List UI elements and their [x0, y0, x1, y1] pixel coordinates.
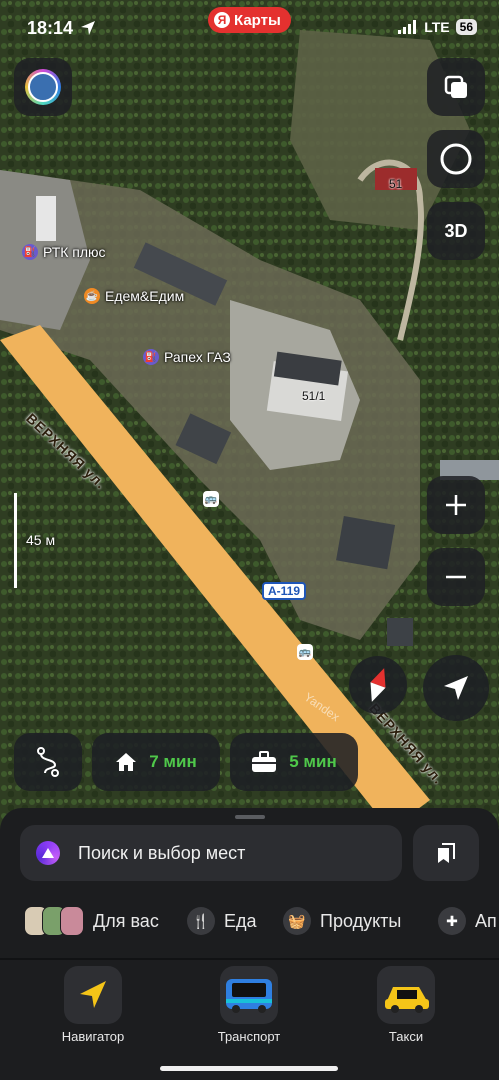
category-groceries[interactable]: 🧺 Продукты	[283, 901, 401, 941]
scale-bar	[14, 493, 17, 588]
profile-avatar[interactable]	[14, 58, 72, 116]
category-food[interactable]: 🍴 Еда	[187, 901, 257, 941]
home-icon	[116, 753, 137, 771]
cross-icon: ✚	[438, 907, 466, 935]
plus-icon	[446, 495, 466, 515]
building-number: 51/1	[302, 389, 326, 403]
status-bar: 18:14 Я Карты LTE 56	[0, 0, 499, 58]
poi-rapeh-gaz[interactable]: ⛽ Рапех ГАЗ	[143, 349, 231, 365]
category-pharmacy[interactable]: ✚ Ап	[438, 901, 497, 941]
signal-icon	[398, 20, 417, 34]
network-type: LTE	[424, 19, 450, 35]
three-d-button[interactable]: 3D	[427, 202, 485, 260]
bus-stop-icon[interactable]: 🚌	[203, 491, 219, 507]
poi-edem-edim[interactable]: ☕ Едем&Едим	[84, 288, 184, 304]
route-icon	[37, 747, 59, 777]
divider	[0, 958, 499, 960]
cutlery-icon: 🍴	[187, 907, 215, 935]
plus-ring-icon	[440, 143, 472, 175]
clock: 18:14	[27, 18, 74, 38]
location-arrow-icon	[444, 676, 468, 700]
yandex-logo: Я	[214, 12, 230, 28]
fuel-icon: ⛽	[143, 349, 159, 365]
route-home-button[interactable]: 7 мин	[92, 733, 220, 791]
layers-button[interactable]	[427, 58, 485, 116]
bookmarks-icon	[438, 843, 455, 863]
home-indicator[interactable]	[160, 1066, 338, 1071]
compass-button[interactable]	[349, 656, 407, 714]
plus-services-button[interactable]	[427, 130, 485, 188]
satellite-imagery	[0, 0, 499, 830]
poi-rtk-plus[interactable]: ⛽ РТК плюс	[22, 244, 106, 260]
sheet-grabber[interactable]	[235, 815, 265, 819]
search-bar[interactable]: Поиск и выбор мест	[20, 825, 402, 881]
zoom-in-button[interactable]	[427, 476, 485, 534]
bus-stop-icon[interactable]: 🚌	[297, 644, 313, 660]
category-for-you[interactable]: Для вас	[24, 901, 159, 941]
compass-icon	[370, 668, 386, 702]
bookmarks-button[interactable]	[413, 825, 479, 881]
road-shield: А-119	[262, 582, 307, 600]
avatar	[28, 72, 58, 102]
map-view[interactable]: ⛽ РТК плюс ☕ Едем&Едим ⛽ Рапех ГАЗ 51 51…	[0, 0, 499, 830]
tab-navigator[interactable]: Навигатор	[33, 966, 153, 1044]
building-number: 51	[389, 177, 403, 191]
app-badge[interactable]: Я Карты	[208, 7, 291, 33]
cafe-icon: ☕	[84, 288, 100, 304]
bus-icon	[220, 966, 278, 1024]
minus-icon	[446, 575, 466, 579]
layers-icon	[444, 75, 467, 98]
battery-icon: 56	[455, 19, 477, 35]
tab-taxi[interactable]: Такси	[346, 966, 466, 1044]
bottom-sheet[interactable]: Поиск и выбор мест Для вас 🍴 Еда 🧺 Проду…	[0, 808, 499, 1080]
search-placeholder: Поиск и выбор мест	[78, 842, 246, 863]
my-location-button[interactable]	[423, 655, 489, 721]
route-button[interactable]	[14, 733, 82, 791]
service-tabs[interactable]: Навигатор Транспорт Такси	[0, 966, 499, 1056]
route-work-button[interactable]: 5 мин	[230, 733, 358, 791]
briefcase-icon	[252, 751, 277, 772]
home-travel-time: 7 мин	[149, 752, 197, 771]
category-chips[interactable]: Для вас 🍴 Еда 🧺 Продукты ✚ Ап	[0, 901, 499, 941]
location-arrow-icon	[81, 21, 95, 35]
alice-icon[interactable]	[36, 841, 60, 865]
taxi-icon	[377, 966, 435, 1024]
tab-transport[interactable]: Транспорт	[189, 966, 309, 1044]
app-name: Карты	[234, 11, 281, 29]
fuel-icon: ⛽	[22, 244, 38, 260]
basket-icon: 🧺	[283, 907, 311, 935]
for-you-thumbnails	[24, 906, 84, 936]
zoom-out-button[interactable]	[427, 548, 485, 606]
scale-label: 45 м	[26, 532, 56, 548]
work-travel-time: 5 мин	[289, 752, 337, 771]
navigator-icon	[64, 966, 122, 1024]
